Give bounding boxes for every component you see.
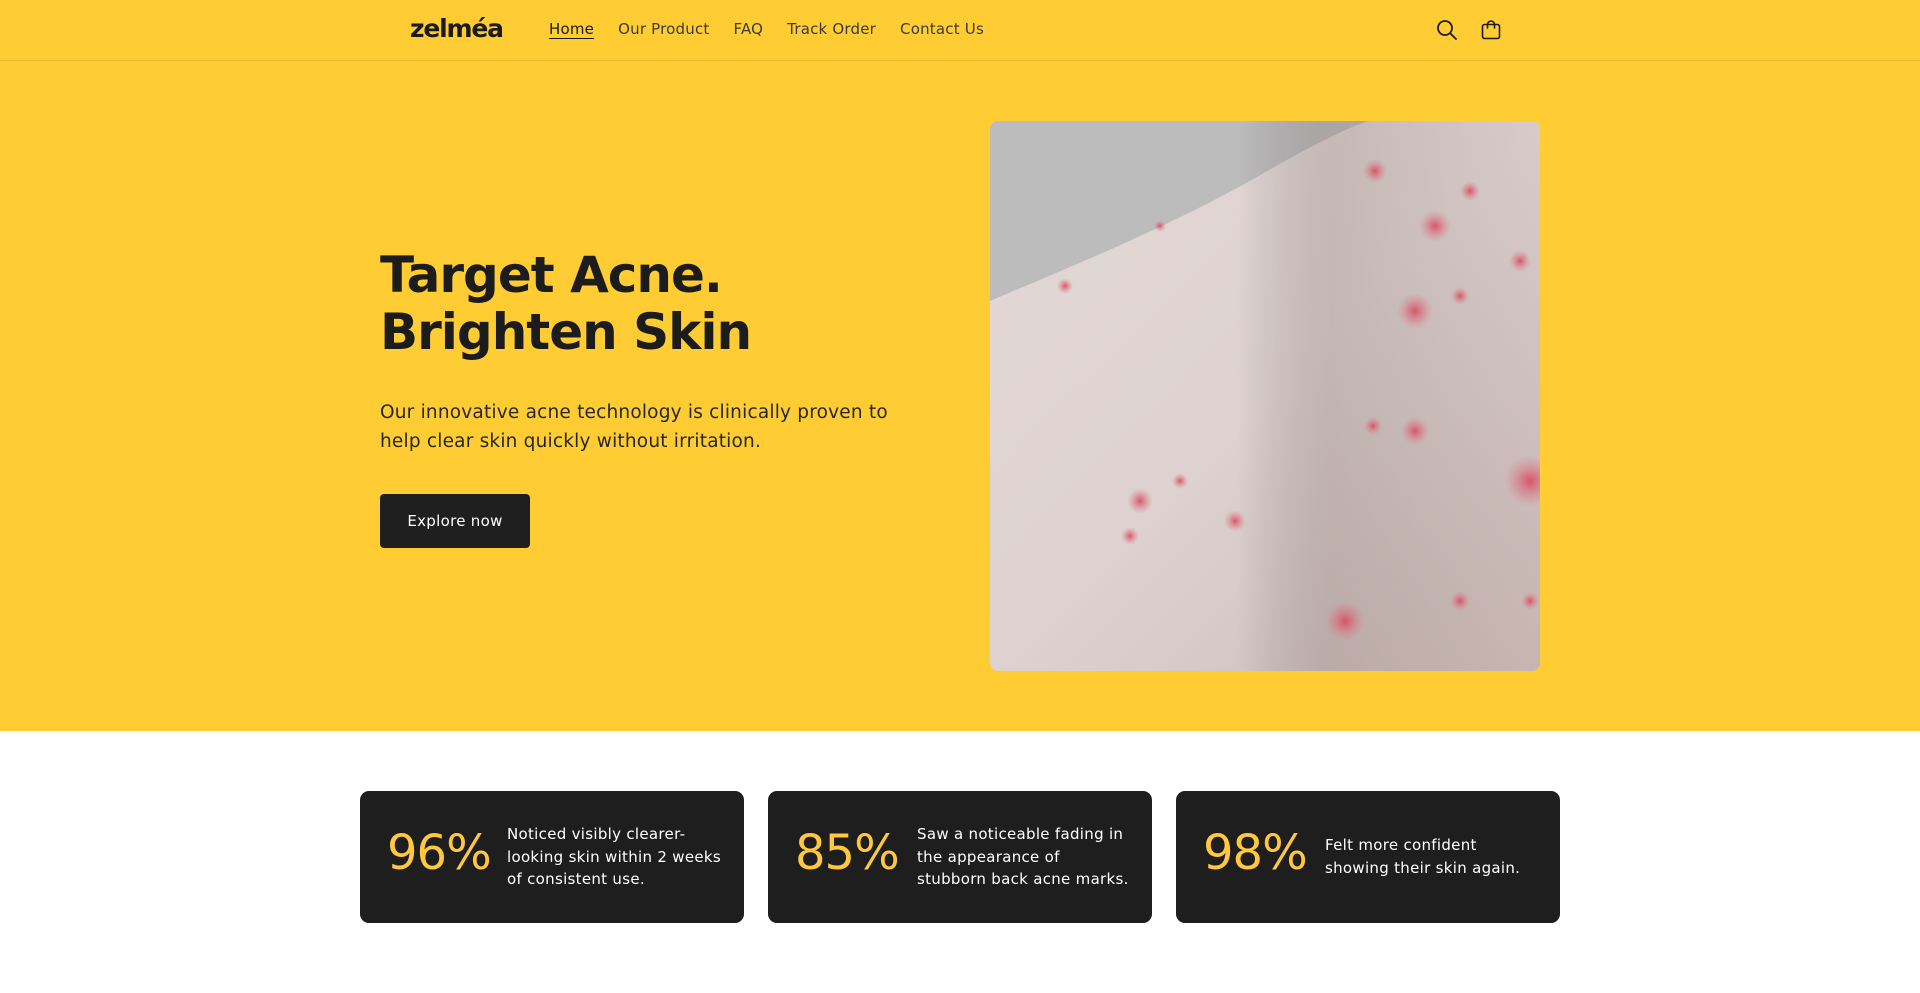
cart-icon[interactable] bbox=[1478, 17, 1504, 43]
explore-now-button[interactable]: Explore now bbox=[380, 494, 530, 548]
stat-description: Noticed visibly clearer-looking skin wit… bbox=[507, 825, 722, 888]
stat-value: 85% bbox=[795, 825, 900, 881]
brand-logo[interactable]: zelméa bbox=[410, 14, 504, 43]
hero-title: Target Acne. Brighten Skin bbox=[380, 246, 752, 361]
hero-subtitle: Our innovative acne technology is clinic… bbox=[380, 402, 888, 452]
site-header: zelméa Home Our Product FAQ Track Order … bbox=[0, 0, 1920, 61]
search-icon[interactable] bbox=[1434, 17, 1460, 43]
nav-link-contact-us[interactable]: Contact Us bbox=[900, 20, 984, 38]
hero-section: Target Acne. Brighten Skin Our innovativ… bbox=[0, 61, 1920, 731]
stat-card: 85% Saw a noticeable fading in the appea… bbox=[768, 791, 1152, 923]
stat-description: Felt more confident showing their skin a… bbox=[1325, 836, 1521, 877]
stat-card: 96% Noticed visibly clearer-looking skin… bbox=[360, 791, 744, 923]
nav-link-home[interactable]: Home bbox=[549, 20, 594, 38]
stat-card: 98% Felt more confident showing their sk… bbox=[1176, 791, 1560, 923]
hero-image bbox=[990, 121, 1540, 671]
stats-section: 96% Noticed visibly clearer-looking skin… bbox=[0, 731, 1920, 993]
nav-link-faq[interactable]: FAQ bbox=[734, 20, 764, 38]
stat-description: Saw a noticeable fading in the appearanc… bbox=[917, 825, 1129, 888]
nav-link-track-order[interactable]: Track Order bbox=[787, 20, 876, 38]
nav-link-our-product[interactable]: Our Product bbox=[618, 20, 709, 38]
stat-value: 96% bbox=[387, 825, 492, 881]
main-nav: Home Our Product FAQ Track Order Contact… bbox=[549, 20, 984, 38]
stat-value: 98% bbox=[1203, 825, 1308, 881]
